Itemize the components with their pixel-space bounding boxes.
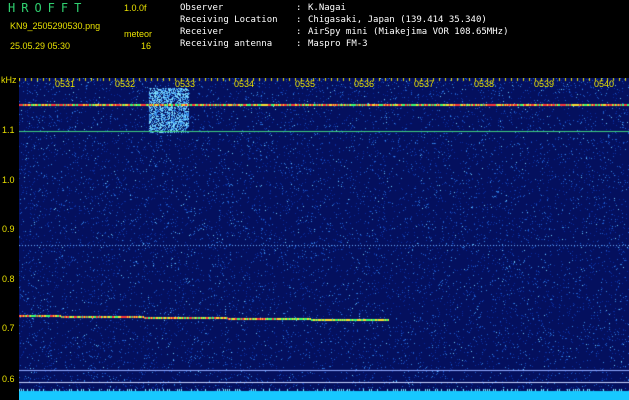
time-label: 0534 [234, 79, 255, 89]
detect-label: meteor [124, 29, 153, 39]
freq-label: 0.9 [2, 224, 15, 234]
time-label: 0532 [115, 79, 136, 89]
info-value-observer: K.Nagai [308, 3, 346, 13]
spectrogram [19, 78, 629, 400]
freq-label: 0.7 [2, 323, 15, 333]
freq-label: 1.0 [2, 175, 15, 185]
file-name: KN9_2505290530.png [10, 21, 101, 31]
info-label-receiver: Receiver [180, 27, 224, 37]
time-label: 0531 [55, 79, 76, 89]
detect-count: 16 [141, 41, 152, 51]
freq-label: 0.8 [2, 274, 15, 284]
time-label: 0539 [534, 79, 555, 89]
time-label: 0536 [354, 79, 375, 89]
app-title: HROFFT [8, 1, 88, 15]
file-datetime: 25.05.29 05:30 [10, 41, 71, 51]
info-label-location: Receiving Location [180, 15, 278, 25]
info-label-observer: Observer [180, 3, 224, 13]
time-label: 0533 [175, 79, 196, 89]
freq-label: 0.6 [2, 374, 15, 384]
time-label: 0537 [414, 79, 435, 89]
hrofft-window: HROFFT 1.0.0f KN9_2505290530.png meteor … [0, 0, 629, 400]
app-version: 1.0.0f [124, 3, 147, 13]
time-label: 0538 [474, 79, 495, 89]
info-value-receiver: AirSpy mini (Miakejima VOR 108.65MHz) [308, 27, 509, 37]
info-value-location: Chigasaki, Japan (139.414 35.340) [308, 15, 487, 25]
time-label: 0535 [295, 79, 316, 89]
info-label-antenna: Receiving antenna [180, 39, 273, 49]
freq-label: 1.1 [2, 125, 15, 135]
axis-unit: kHz [1, 75, 17, 85]
info-value-antenna: Maspro FM-3 [308, 39, 368, 49]
time-label: 0540 [594, 79, 615, 89]
